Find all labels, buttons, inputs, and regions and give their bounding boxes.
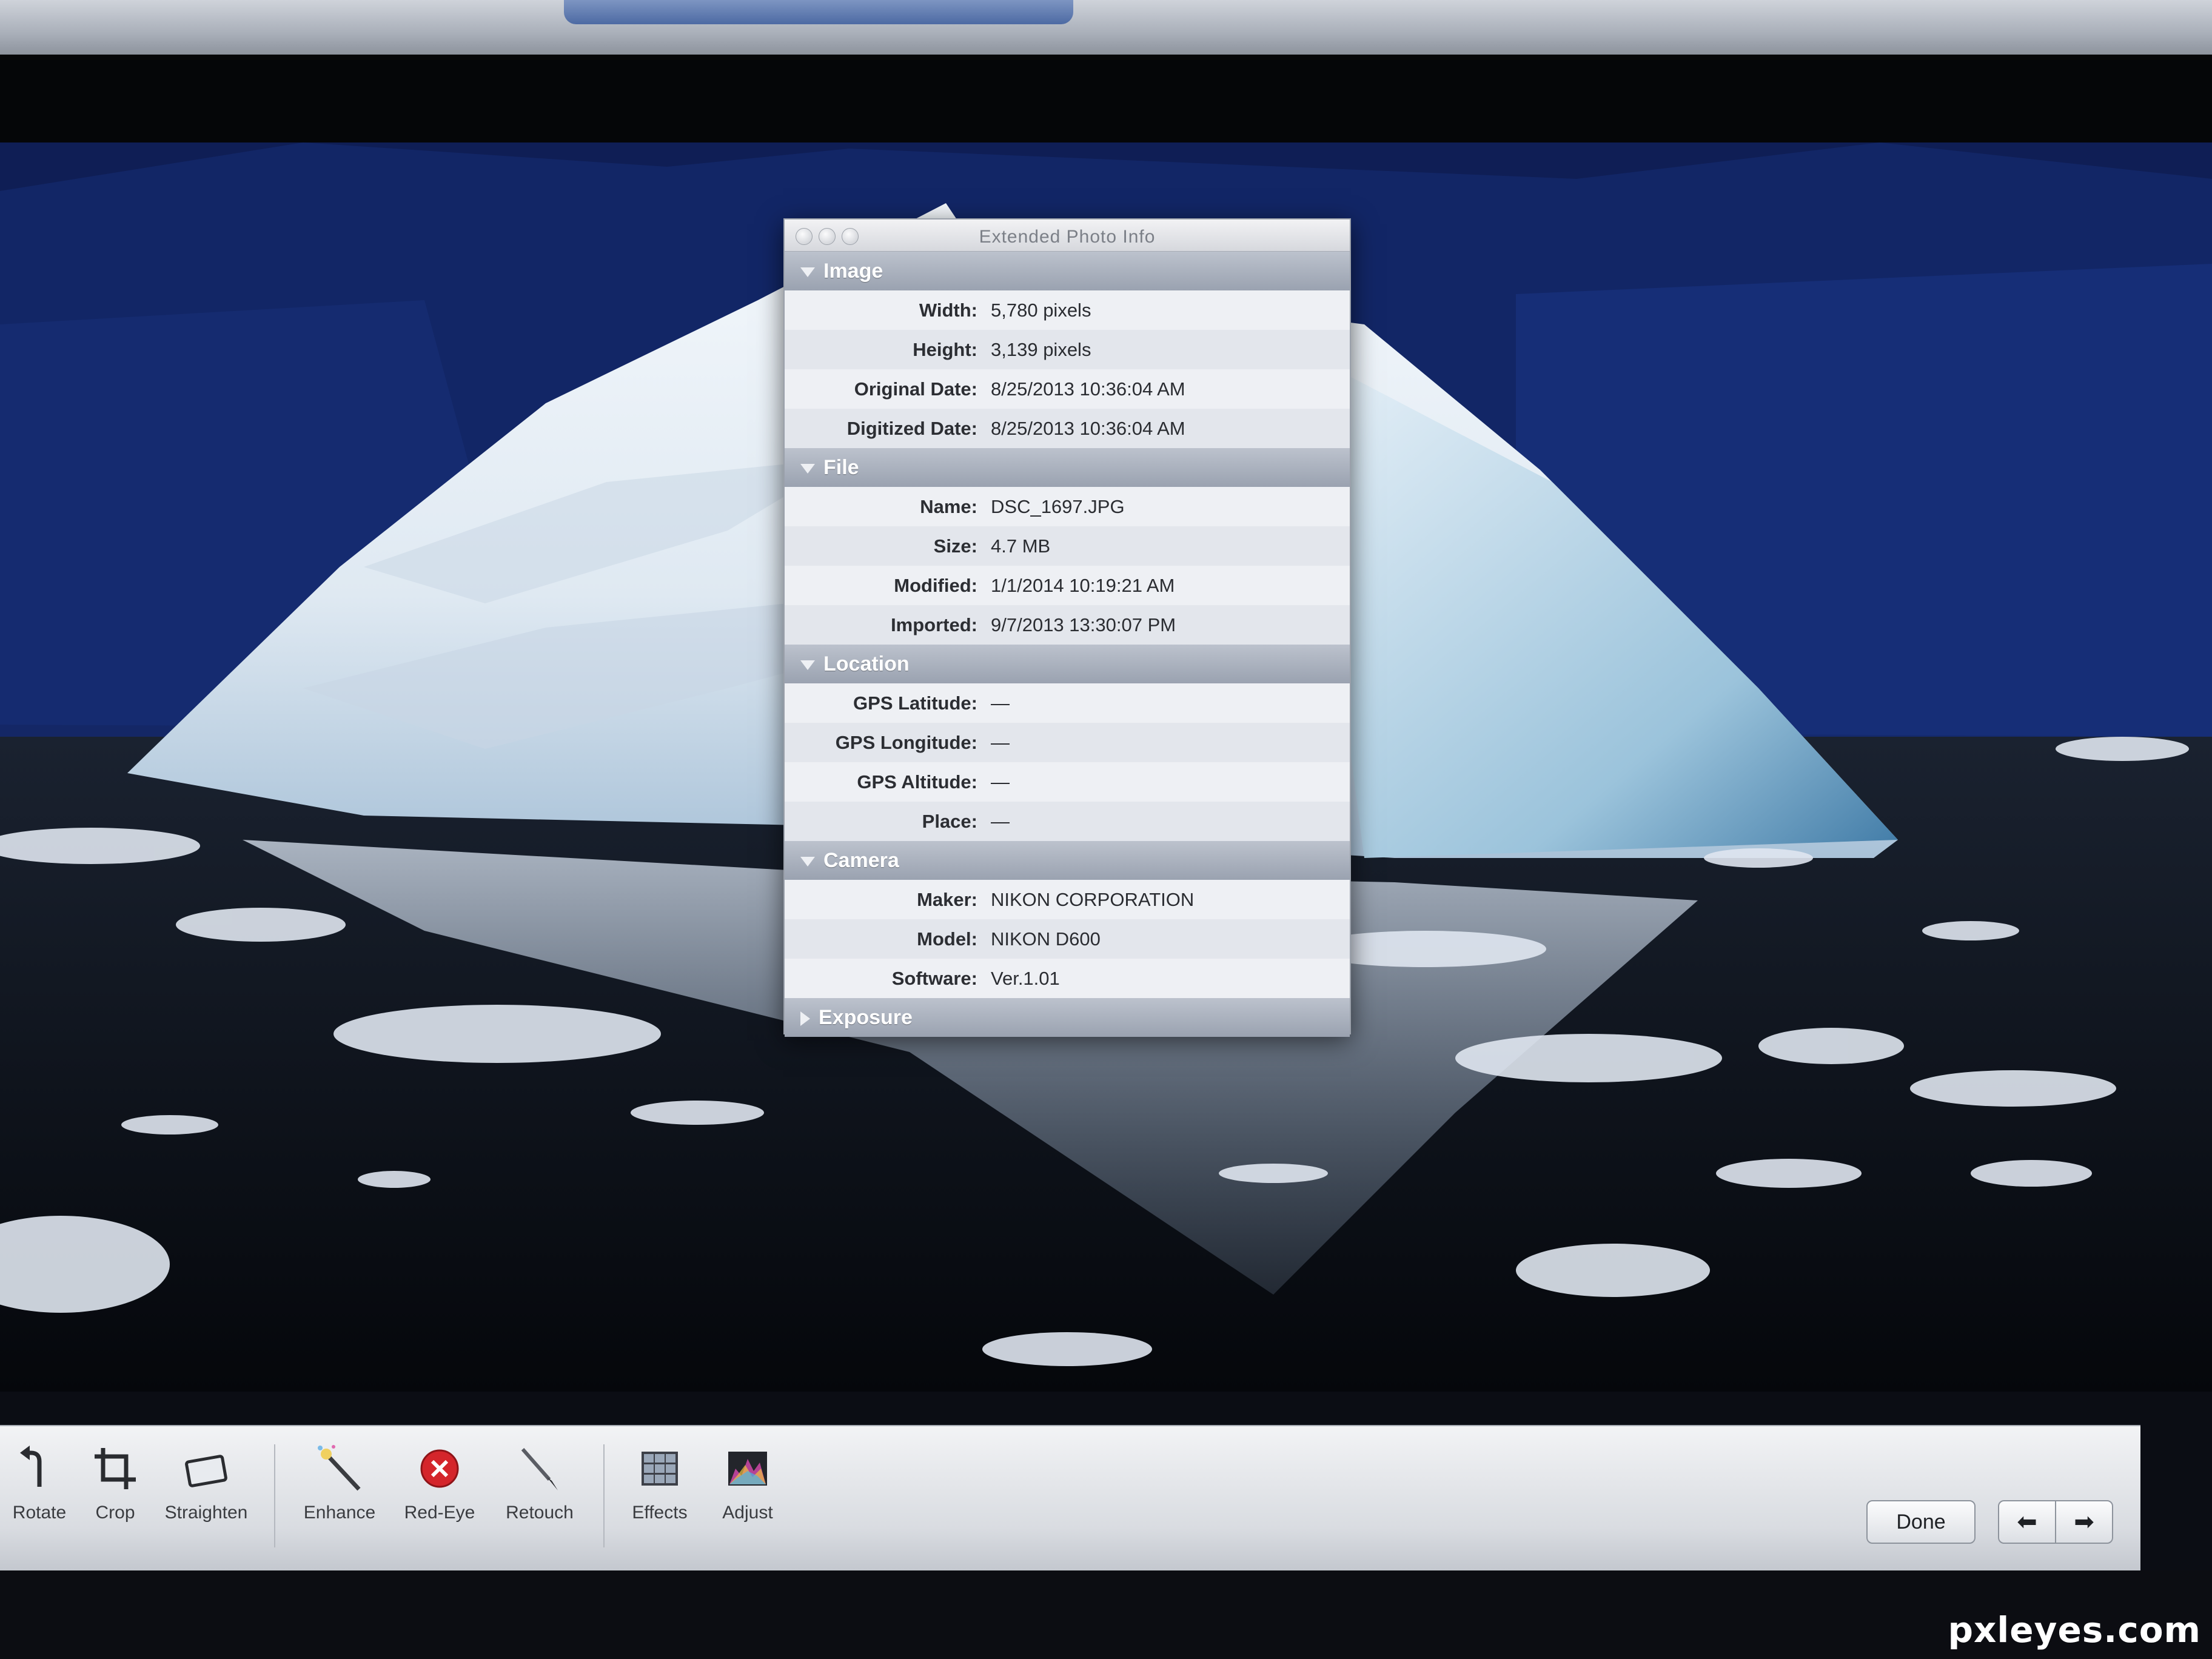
info-row: Digitized Date: 8/25/2013 10:36:04 AM (785, 409, 1350, 448)
info-label: Width: (919, 299, 977, 321)
info-value: — (991, 692, 1010, 714)
info-row: Model: NIKON D600 (785, 919, 1350, 959)
disclosure-triangle-icon[interactable] (800, 660, 815, 671)
disclosure-triangle-icon[interactable] (800, 857, 815, 867)
info-label: Imported: (891, 614, 977, 635)
info-label: Size: (933, 535, 977, 557)
scroll-indicator[interactable] (564, 0, 1073, 24)
info-value: 9/7/2013 13:30:07 PM (991, 614, 1176, 635)
info-row: Modified: 1/1/2014 10:19:21 AM (785, 566, 1350, 605)
info-value: 1/1/2014 10:19:21 AM (991, 574, 1175, 596)
info-row: Place: — (785, 802, 1350, 841)
crop-icon (91, 1444, 139, 1493)
arrow-right-icon[interactable]: ➡ (2055, 1501, 2112, 1543)
red-eye-icon (415, 1444, 464, 1493)
info-label: Height: (913, 338, 977, 360)
histogram-icon (723, 1444, 772, 1493)
screen-bezel-bottom (0, 1570, 2212, 1659)
info-value: — (991, 810, 1010, 832)
photo-nav-buttons: ⬅ ➡ (1998, 1500, 2113, 1544)
screen-bezel-top (0, 55, 2212, 146)
disclosure-triangle-icon[interactable] (800, 464, 815, 474)
section-title: Camera (823, 849, 899, 872)
extended-photo-info-window[interactable]: Extended Photo Info Image Width: 5,780 pi… (783, 218, 1351, 1037)
info-value: 5,780 pixels (991, 299, 1091, 321)
retouch-button[interactable]: Retouch (488, 1444, 591, 1523)
tool-label: Straighten (164, 1503, 248, 1523)
info-row: Software: Ver.1.01 (785, 959, 1350, 998)
info-row: Original Date: 8/25/2013 10:36:04 AM (785, 369, 1350, 409)
info-label: Digitized Date: (846, 417, 977, 439)
section-camera-rows: Maker: NIKON CORPORATION Model: NIKON D600… (785, 880, 1350, 998)
tool-label: Adjust (722, 1503, 773, 1523)
straighten-button[interactable]: Straighten (155, 1444, 258, 1523)
info-value: 3,139 pixels (991, 338, 1091, 360)
info-label: Software: (891, 967, 977, 989)
info-label: Name: (920, 495, 977, 517)
watermark: pxleyes.com (1948, 1609, 2201, 1651)
info-row: Height: 3,139 pixels (785, 330, 1350, 369)
info-value: NIKON CORPORATION (991, 888, 1195, 910)
section-file-rows: Name: DSC_1697.JPG Size: 4.7 MB Modified: 1… (785, 487, 1350, 645)
info-row: GPS Altitude: — (785, 762, 1350, 802)
brush-icon (515, 1444, 564, 1493)
info-value: — (991, 771, 1010, 793)
section-title: Image (823, 260, 883, 283)
section-location-rows: GPS Latitude: — GPS Longitude: — GPS Altit… (785, 683, 1350, 841)
toolbar-divider (274, 1444, 275, 1547)
adjust-button[interactable]: Adjust (696, 1444, 799, 1523)
done-button[interactable]: Done (1866, 1500, 1976, 1544)
info-value: 8/25/2013 10:36:04 AM (991, 378, 1185, 400)
info-value: — (991, 731, 1010, 753)
info-value: 4.7 MB (991, 535, 1051, 557)
section-title: Exposure (819, 1006, 913, 1029)
disclosure-triangle-collapsed-icon[interactable] (800, 1011, 810, 1027)
info-value: NIKON D600 (991, 928, 1101, 950)
info-label: Original Date: (854, 378, 977, 400)
section-camera-header[interactable]: Camera (785, 841, 1350, 880)
info-value: DSC_1697.JPG (991, 495, 1125, 517)
info-window-title: Extended Photo Info (979, 227, 1156, 247)
info-row: Name: DSC_1697.JPG (785, 487, 1350, 526)
tool-label: Red-Eye (404, 1503, 475, 1523)
edit-toolbar: Rotate Crop Straighten Enhance Red-Eye R… (0, 1425, 2140, 1572)
straighten-icon (182, 1444, 230, 1493)
arrow-left-icon[interactable]: ⬅ (1999, 1501, 2055, 1543)
section-file-header[interactable]: File (785, 448, 1350, 487)
info-label: Place: (922, 810, 977, 832)
red-eye-button[interactable]: Red-Eye (388, 1444, 491, 1523)
info-row: Maker: NIKON CORPORATION (785, 880, 1350, 919)
info-value: Ver.1.01 (991, 967, 1060, 989)
tool-label: Crop (95, 1503, 135, 1523)
rotate-icon (15, 1444, 64, 1493)
tool-label: Retouch (506, 1503, 574, 1523)
info-row: Width: 5,780 pixels (785, 290, 1350, 330)
tool-label: Enhance (303, 1503, 376, 1523)
info-label: Model: (917, 928, 977, 950)
info-label: Maker: (917, 888, 977, 910)
disclosure-triangle-icon[interactable] (800, 267, 815, 278)
section-title: Location (823, 652, 910, 675)
info-label: GPS Latitude: (853, 692, 977, 714)
info-label: Modified: (894, 574, 977, 596)
crop-button[interactable]: Crop (64, 1444, 167, 1523)
toolbar-divider (603, 1444, 605, 1547)
section-location-header[interactable]: Location (785, 645, 1350, 683)
info-row: Imported: 9/7/2013 13:30:07 PM (785, 605, 1350, 645)
info-titlebar[interactable]: Extended Photo Info (785, 220, 1350, 252)
effects-grid-icon (635, 1444, 684, 1493)
info-row: Size: 4.7 MB (785, 526, 1350, 566)
section-image-header[interactable]: Image (785, 252, 1350, 290)
enhance-button[interactable]: Enhance (288, 1444, 391, 1523)
info-value: 8/25/2013 10:36:04 AM (991, 417, 1185, 439)
window-top-chrome (0, 0, 2212, 55)
section-title: File (823, 456, 859, 479)
magic-wand-icon (315, 1444, 364, 1493)
section-exposure-header[interactable]: Exposure (785, 998, 1350, 1037)
info-row: GPS Latitude: — (785, 683, 1350, 723)
info-label: GPS Altitude: (857, 771, 977, 793)
section-image-rows: Width: 5,780 pixels Height: 3,139 pixels O… (785, 290, 1350, 448)
info-label: GPS Longitude: (835, 731, 977, 753)
info-row: GPS Longitude: — (785, 723, 1350, 762)
